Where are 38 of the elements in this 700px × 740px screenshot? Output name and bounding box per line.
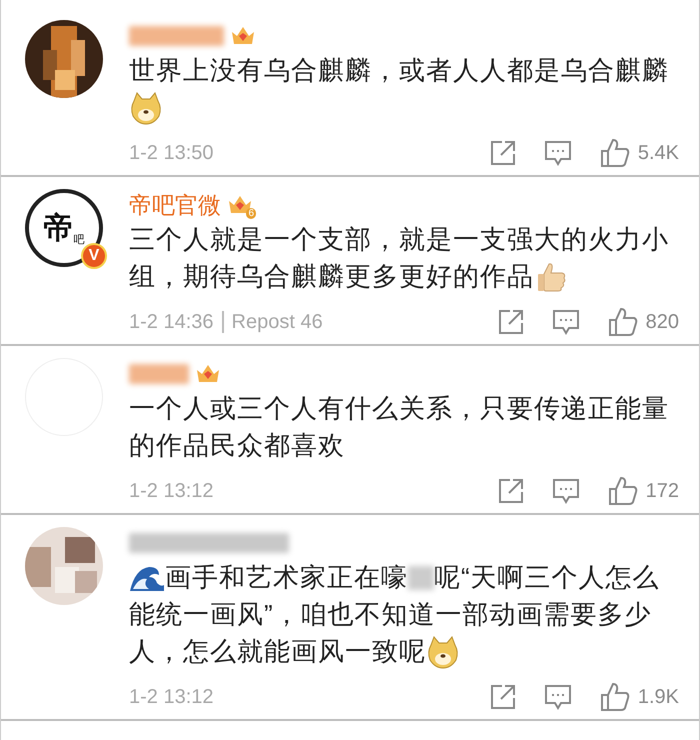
like-icon[interactable] — [600, 138, 630, 168]
comment-text: 三个人就是一个支部，就是一支强大的火力小 — [129, 223, 669, 256]
user-name[interactable]: 帝吧官微 — [129, 190, 221, 220]
comment-text: 呢“天啊三个人怎么 — [434, 561, 660, 594]
comment-time: 1-2 13:12 — [129, 686, 214, 708]
share-icon[interactable] — [498, 309, 524, 335]
logo-character: 帝 — [44, 210, 74, 248]
share-icon[interactable] — [490, 684, 516, 710]
comment-text: 能统一画风”，咱也不知道一部动画需要多少 — [129, 598, 652, 631]
like-count: 5.4K — [638, 142, 679, 164]
badge-level: 6 — [246, 208, 256, 219]
share-icon[interactable] — [498, 478, 524, 504]
like-icon[interactable] — [608, 476, 638, 506]
comment-icon[interactable] — [552, 478, 580, 504]
comment-text: 组，期待乌合麒麟更多更好的作品 — [129, 260, 534, 293]
like-count: 172 — [646, 480, 679, 502]
like-count: 820 — [646, 310, 679, 334]
dog-emoji-icon — [129, 90, 163, 124]
verified-badge: V — [81, 243, 107, 269]
comment-icon[interactable] — [544, 140, 572, 166]
comment-time: 1-2 14:36 — [129, 310, 214, 334]
share-icon[interactable] — [490, 140, 516, 166]
like-icon[interactable] — [608, 307, 638, 337]
repost-count[interactable]: Repost 46 — [232, 310, 323, 334]
comment-text: 世界上没有乌合麒麟，或者人人都是乌合麒麟 — [129, 54, 669, 87]
comment-time: 1-2 13:12 — [129, 480, 214, 502]
comment-time: 1-2 13:50 — [129, 142, 214, 164]
comment-text: 人，怎么就能画风一致呢 — [129, 635, 426, 668]
comment-text: 的作品民众都喜欢 — [129, 429, 345, 462]
comment-text: 画手和艺术家正在嚎 — [165, 561, 408, 594]
like-count: 1.9K — [638, 686, 679, 708]
like-icon[interactable] — [600, 682, 630, 712]
blurred-name — [129, 364, 189, 384]
dog-emoji-icon — [426, 634, 460, 668]
comment-icon[interactable] — [544, 684, 572, 710]
blurred-character — [408, 566, 434, 590]
comment-text: 一个人或三个人有什么关系，只要传递正能量 — [129, 392, 669, 425]
comment-icon[interactable] — [552, 309, 580, 335]
